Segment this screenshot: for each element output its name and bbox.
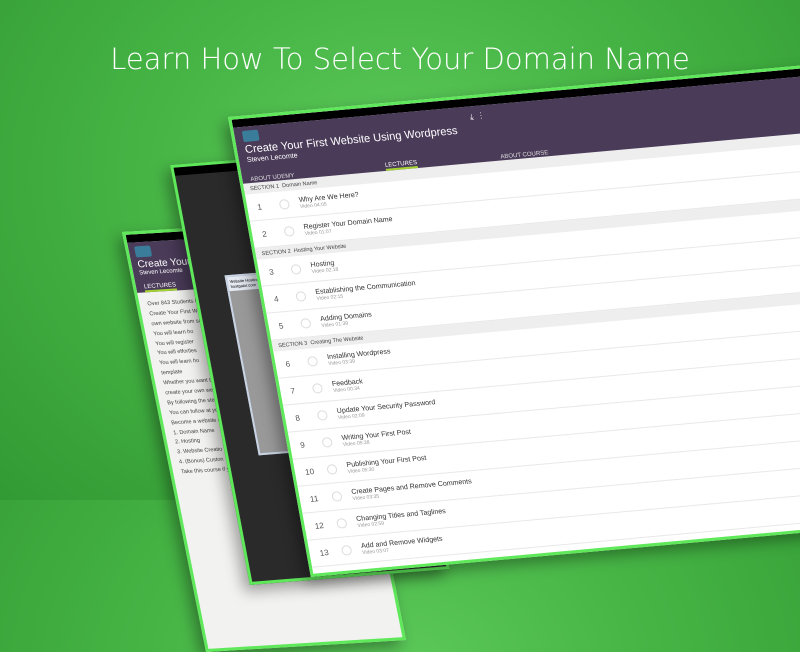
lecture-number: 9 (299, 439, 306, 450)
download-icon[interactable]: ⤓ (469, 112, 474, 121)
lecture-number: 8 (294, 412, 301, 423)
lecture-number: 1 (256, 201, 263, 212)
tablet-front: Create Your First Website Using Wordpres… (228, 59, 800, 577)
lecture-list: SECTION 1 Domain Name 1 Why Are We Here? Vi… (243, 126, 800, 577)
lecture-number: 6 (284, 358, 291, 369)
lecture-number: 13 (318, 547, 330, 558)
progress-circle-icon (335, 517, 348, 529)
section-label: SECTION 1 (249, 183, 280, 193)
progress-circle-icon (299, 317, 312, 329)
progress-circle-icon (295, 290, 307, 302)
progress-circle-icon (283, 225, 296, 237)
progress-circle-icon (311, 382, 324, 394)
progress-circle-icon (278, 198, 291, 210)
progress-circle-icon (326, 463, 338, 475)
lecture-number: 10 (304, 466, 315, 477)
lecture-number: 7 (289, 385, 296, 396)
section-label: SECTION 3 (277, 340, 308, 350)
progress-circle-icon (331, 490, 343, 502)
progress-circle-icon (316, 409, 329, 421)
lecture-number: 11 (309, 493, 320, 504)
lecture-number: 5 (277, 320, 285, 331)
progress-circle-icon (340, 544, 353, 556)
app-icon[interactable] (241, 129, 260, 143)
app-icon (134, 245, 153, 258)
progress-circle-icon (321, 436, 334, 448)
more-icon[interactable]: ⋮ (479, 111, 483, 120)
headline: Learn How To Select Your Domain Name (110, 42, 690, 76)
lecture-number: 2 (261, 228, 268, 239)
lecture-number: 4 (273, 293, 280, 304)
progress-circle-icon (306, 355, 319, 367)
progress-circle-icon (290, 263, 302, 275)
section-label: SECTION 2 (261, 248, 292, 258)
lecture-number: 12 (313, 520, 325, 531)
lecture-number: 3 (268, 266, 275, 277)
